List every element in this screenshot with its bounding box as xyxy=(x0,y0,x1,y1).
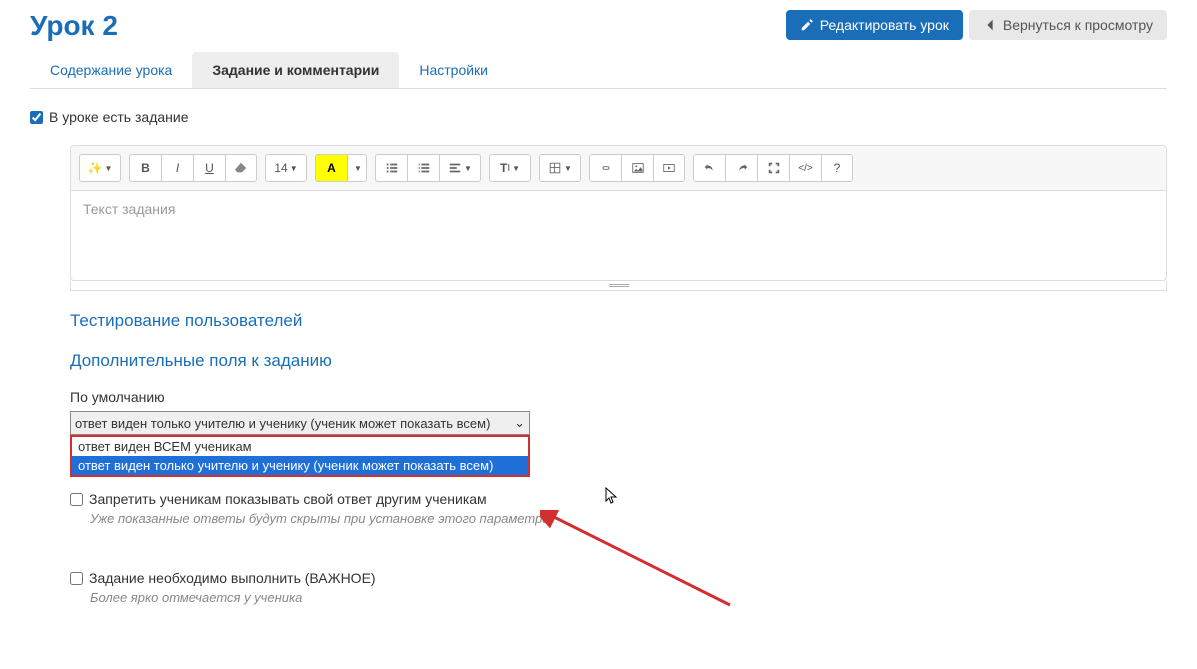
visibility-dropdown: ответ виден ВСЕМ ученикам ответ виден то… xyxy=(70,435,530,477)
page-header: Урок 2 Редактировать урок Вернуться к пр… xyxy=(30,10,1167,42)
back-label: Вернуться к просмотру xyxy=(1003,17,1153,33)
editor-textarea[interactable]: Текст задания xyxy=(70,191,1167,281)
image-button[interactable] xyxy=(621,154,653,182)
tabs: Содержание урока Задание и комментарии Н… xyxy=(30,52,1167,89)
back-button[interactable]: Вернуться к просмотру xyxy=(969,10,1167,40)
align-button[interactable]: ▼ xyxy=(439,154,481,182)
magic-button[interactable]: ✨▼ xyxy=(79,154,121,182)
page-title: Урок 2 xyxy=(30,10,118,42)
link-icon xyxy=(599,161,613,175)
additional-fields-link[interactable]: Дополнительные поля к заданию xyxy=(70,351,1167,371)
tab-task-comments[interactable]: Задание и комментарии xyxy=(192,52,399,88)
tab-settings[interactable]: Настройки xyxy=(399,52,508,88)
font-color-dropdown[interactable]: ▼ xyxy=(347,154,367,182)
forbid-hint: Уже показанные ответы будут скрыты при у… xyxy=(90,511,1167,526)
image-icon xyxy=(631,161,645,175)
undo-icon xyxy=(703,161,717,175)
testing-users-link[interactable]: Тестирование пользователей xyxy=(70,311,1167,331)
fullscreen-icon xyxy=(767,161,781,175)
important-label: Задание необходимо выполнить (ВАЖНОЕ) xyxy=(89,570,376,586)
redo-button[interactable] xyxy=(725,154,757,182)
table-icon xyxy=(548,161,562,175)
italic-button[interactable]: I xyxy=(161,154,193,182)
redo-icon xyxy=(735,161,749,175)
video-icon xyxy=(662,161,676,175)
font-color-button[interactable]: A xyxy=(315,154,347,182)
forbid-checkbox[interactable] xyxy=(70,493,83,506)
align-icon xyxy=(448,161,462,175)
editor-resize-handle[interactable] xyxy=(70,281,1167,291)
editor-toolbar: ✨▼ B I U 14▼ A ▼ ▼ xyxy=(70,145,1167,191)
bold-button[interactable]: B xyxy=(129,154,161,182)
undo-button[interactable] xyxy=(693,154,725,182)
edit-icon xyxy=(800,18,814,32)
link-button[interactable] xyxy=(589,154,621,182)
edit-lesson-label: Редактировать урок xyxy=(820,17,949,33)
important-checkbox[interactable] xyxy=(70,572,83,585)
paragraph-button[interactable]: TI▼ xyxy=(489,154,531,182)
list-ol-icon xyxy=(417,161,431,175)
clear-format-button[interactable] xyxy=(225,154,257,182)
visibility-label: По умолчанию xyxy=(70,389,1167,405)
video-button[interactable] xyxy=(653,154,685,182)
visibility-selected: ответ виден только учителю и ученику (уч… xyxy=(75,416,490,431)
task-content: ✨▼ B I U 14▼ A ▼ ▼ xyxy=(70,145,1167,605)
ol-button[interactable] xyxy=(407,154,439,182)
forbid-checkbox-row[interactable]: Запретить ученикам показывать свой ответ… xyxy=(70,491,1167,507)
help-button[interactable]: ? xyxy=(821,154,853,182)
header-buttons: Редактировать урок Вернуться к просмотру xyxy=(786,10,1167,40)
underline-button[interactable]: U xyxy=(193,154,225,182)
ul-button[interactable] xyxy=(375,154,407,182)
fullscreen-button[interactable] xyxy=(757,154,789,182)
chevron-down-icon: ⌄ xyxy=(514,415,525,431)
edit-lesson-button[interactable]: Редактировать урок xyxy=(786,10,963,40)
has-task-checkbox-row[interactable]: В уроке есть задание xyxy=(30,109,1167,125)
important-hint: Более ярко отмечается у ученика xyxy=(90,590,1167,605)
forbid-label: Запретить ученикам показывать свой ответ… xyxy=(89,491,487,507)
visibility-select[interactable]: ответ виден только учителю и ученику (уч… xyxy=(70,411,530,435)
arrow-left-icon xyxy=(983,18,997,32)
visibility-option-all[interactable]: ответ виден ВСЕМ ученикам xyxy=(72,437,528,456)
codeview-button[interactable]: </> xyxy=(789,154,821,182)
important-checkbox-row[interactable]: Задание необходимо выполнить (ВАЖНОЕ) xyxy=(70,570,1167,586)
list-ul-icon xyxy=(385,161,399,175)
has-task-checkbox[interactable] xyxy=(30,111,43,124)
fontsize-button[interactable]: 14▼ xyxy=(265,154,307,182)
tab-content[interactable]: Содержание урока xyxy=(30,52,192,88)
visibility-option-teacher-student[interactable]: ответ виден только учителю и ученику (уч… xyxy=(72,456,528,475)
table-button[interactable]: ▼ xyxy=(539,154,581,182)
eraser-icon xyxy=(234,161,248,175)
has-task-label: В уроке есть задание xyxy=(49,109,188,125)
